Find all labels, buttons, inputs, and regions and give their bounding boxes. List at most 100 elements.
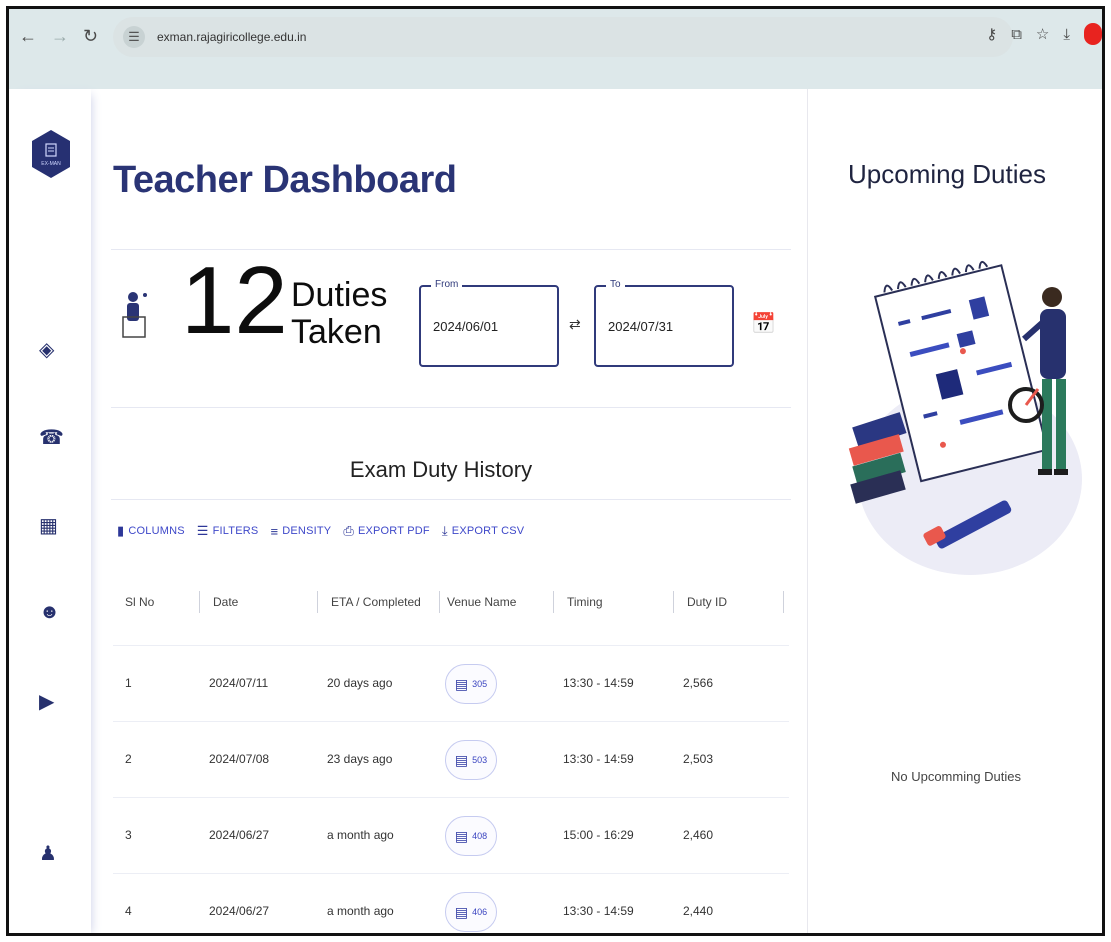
divider — [111, 499, 791, 500]
table-row[interactable]: 2 2024/07/08 23 days ago ▤ 503 13:30 - 14… — [113, 721, 789, 798]
density-icon: ≡ — [270, 523, 279, 539]
cell-eta: 23 days ago — [327, 752, 393, 766]
column-separator[interactable] — [553, 591, 554, 613]
swap-dates-icon[interactable]: ⇄ — [569, 316, 581, 333]
profile-avatar[interactable] — [1084, 23, 1102, 45]
grid-toolbar: ▮ COLUMNS ☰ FILTERS ≡ DENSITY ⎙ EXPORT PDF ⤓… — [117, 523, 524, 539]
download-icon: ⤓ — [441, 523, 448, 538]
column-header[interactable]: Date — [213, 595, 238, 609]
columns-icon: ▮ — [117, 523, 125, 538]
column-header[interactable]: Timing — [567, 595, 603, 609]
venue-chip[interactable]: ▤ 503 — [445, 740, 497, 780]
cell-duty-id: 2,440 — [683, 904, 714, 918]
cell-duty-id: 2,503 — [683, 752, 714, 766]
column-separator[interactable] — [199, 591, 200, 613]
export-csv-button[interactable]: ⤓ EXPORT CSV — [442, 523, 524, 539]
download-icon[interactable]: ⤓ — [1063, 26, 1070, 43]
chart-icon[interactable]: ▦ — [39, 513, 58, 538]
cell-eta: a month ago — [327, 904, 394, 918]
video-icon[interactable]: ▶ — [39, 689, 54, 714]
cell-timing: 15:00 - 16:29 — [563, 828, 634, 842]
duties-label-line2: Taken — [291, 313, 382, 352]
to-date-field[interactable]: To 2024/07/31 — [594, 279, 734, 367]
site-settings-icon[interactable]: ☰ — [123, 26, 145, 48]
export-pdf-button[interactable]: ⎙ EXPORT PDF — [343, 523, 430, 539]
table-row[interactable]: 1 2024/07/11 20 days ago ▤ 305 13:30 - 14… — [113, 645, 789, 722]
cell-sl-no: 2 — [125, 752, 132, 766]
column-header[interactable]: Duty ID — [687, 595, 727, 609]
upcoming-duties-panel: Upcoming Duties No Upcomming Duties — [807, 89, 1102, 933]
svg-text:EX-MAN: EX-MAN — [41, 161, 61, 167]
column-header[interactable]: ETA / Completed — [331, 595, 421, 609]
cell-sl-no: 4 — [125, 904, 132, 918]
screenshot-frame: ← → ↻ ☰ exman.rajagiricollege.edu.in ⚷ ⧉… — [6, 6, 1105, 936]
browser-actions: ⚷ ⧉ ☆ ⤓ — [986, 23, 1102, 45]
venue-chip[interactable]: ▤ 408 — [445, 816, 497, 856]
cell-sl-no: 3 — [125, 828, 132, 842]
extension-icon[interactable]: ⧉ — [1011, 26, 1022, 43]
users-icon[interactable]: ☻ — [39, 601, 60, 624]
cell-eta: a month ago — [327, 828, 394, 842]
walking-person-icon[interactable]: ♟ — [39, 841, 57, 866]
main-content: Teacher Dashboard 12 Duties Taken From 2… — [91, 89, 881, 933]
duties-label-line1: Duties — [291, 276, 388, 314]
app-logo[interactable]: EX-MAN — [31, 129, 71, 179]
column-separator[interactable] — [783, 591, 784, 613]
cell-timing: 13:30 - 14:59 — [563, 752, 634, 766]
page-title: Teacher Dashboard — [113, 159, 457, 201]
column-separator[interactable] — [673, 591, 674, 613]
cell-date: 2024/06/27 — [209, 828, 270, 842]
cell-sl-no: 1 — [125, 676, 132, 690]
teacher-icon — [122, 292, 147, 338]
calendar-refresh-icon[interactable]: 📅 — [751, 311, 776, 336]
browser-toolbar: ← → ↻ ☰ exman.rajagiricollege.edu.in ⚷ ⧉… — [9, 9, 1102, 89]
table-header: Sl No Date ETA / Completed Venue Name Ti… — [117, 589, 787, 617]
cell-duty-id: 2,460 — [683, 828, 714, 842]
table-row[interactable]: 4 2024/06/27 a month ago ▤ 406 13:30 - 14… — [113, 873, 789, 933]
cell-date: 2024/06/27 — [209, 904, 270, 918]
venue-chip[interactable]: ▤ 305 — [445, 664, 497, 704]
from-date-value[interactable]: 2024/06/01 — [433, 319, 498, 334]
building-icon: ▤ — [454, 751, 469, 768]
section-title: Exam Duty History — [349, 457, 533, 482]
cell-date: 2024/07/08 — [209, 752, 270, 766]
bell-icon[interactable]: ☎ — [39, 425, 64, 450]
density-button[interactable]: ≡ DENSITY — [270, 523, 331, 539]
columns-button[interactable]: ▮ COLUMNS — [117, 523, 185, 539]
filter-icon: ☰ — [196, 523, 209, 538]
duties-label: Duties Taken — [291, 276, 388, 352]
column-separator[interactable] — [439, 591, 440, 613]
from-date-label: From — [431, 279, 463, 290]
building-icon: ▤ — [454, 827, 469, 844]
books-stack — [848, 412, 907, 504]
back-icon[interactable]: ← — [19, 27, 37, 45]
calendar-illustration — [848, 260, 1082, 575]
reload-icon[interactable]: ↻ — [83, 27, 98, 45]
cell-duty-id: 2,566 — [683, 676, 714, 690]
divider — [111, 407, 791, 408]
table-row[interactable]: 3 2024/06/27 a month ago ▤ 408 15:00 - 16… — [113, 797, 789, 874]
column-header[interactable]: Sl No — [125, 595, 154, 609]
from-date-field[interactable]: From 2024/06/01 — [419, 279, 559, 367]
forward-icon[interactable]: → — [51, 27, 69, 45]
star-icon[interactable]: ☆ — [1036, 25, 1049, 43]
venue-chip[interactable]: ▤ 406 — [445, 892, 497, 932]
address-bar[interactable]: ☰ exman.rajagiricollege.edu.in — [113, 17, 1013, 57]
layers-icon[interactable]: ◈ — [39, 337, 54, 362]
empty-state-text: No Upcomming Duties — [890, 769, 1022, 784]
to-date-value[interactable]: 2024/07/31 — [608, 319, 673, 334]
panel-title: Upcoming Duties — [848, 159, 1046, 189]
column-header[interactable]: Venue Name — [447, 595, 516, 609]
key-icon[interactable]: ⚷ — [986, 25, 997, 43]
duties-count: 12 — [181, 247, 288, 354]
to-date-label: To — [606, 279, 625, 290]
building-icon: ▤ — [454, 903, 469, 920]
cell-timing: 13:30 - 14:59 — [563, 904, 634, 918]
building-icon: ▤ — [454, 675, 469, 692]
cell-timing: 13:30 - 14:59 — [563, 676, 634, 690]
url-text[interactable]: exman.rajagiricollege.edu.in — [157, 30, 306, 44]
column-separator[interactable] — [317, 591, 318, 613]
cell-date: 2024/07/11 — [209, 676, 269, 690]
print-icon: ⎙ — [343, 523, 354, 538]
filters-button[interactable]: ☰ FILTERS — [197, 523, 259, 539]
